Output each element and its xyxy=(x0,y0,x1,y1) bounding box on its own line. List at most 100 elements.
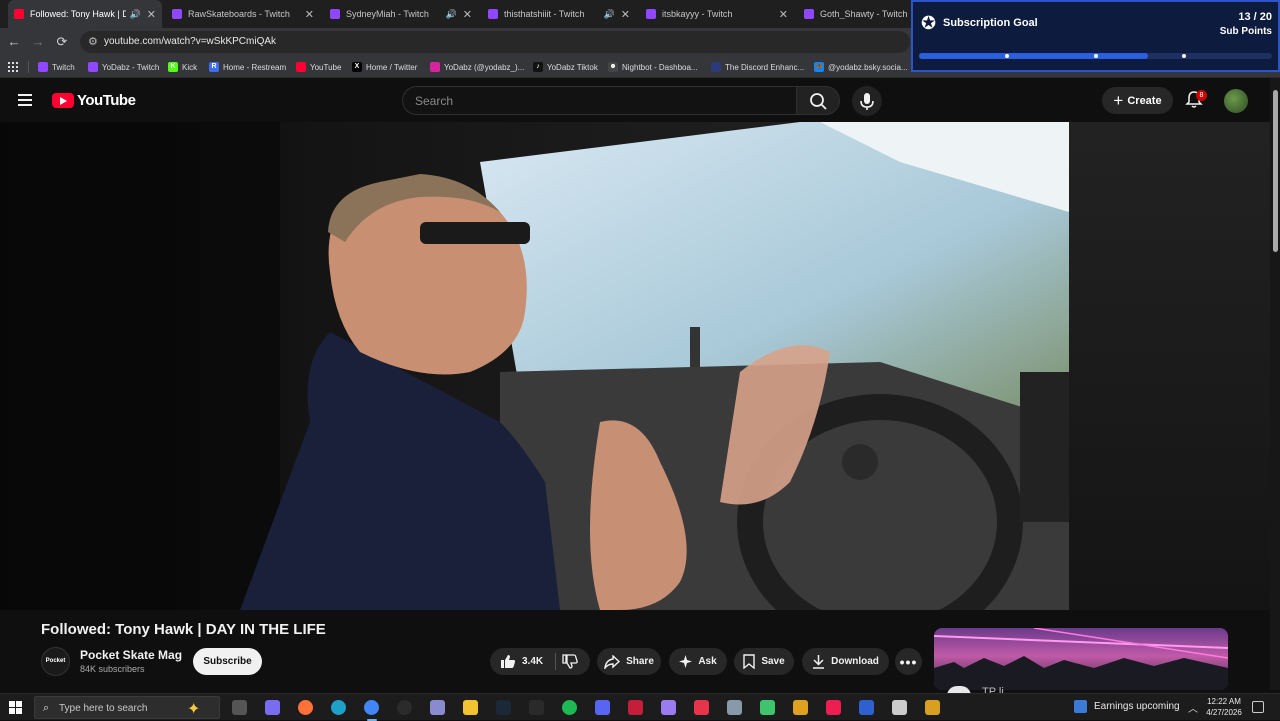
feather-icon[interactable] xyxy=(661,700,676,715)
browser-tab[interactable]: thisthatshiiit - Twitch 🔊 ✕ xyxy=(482,0,636,28)
back-arrow-icon[interactable]: ← xyxy=(6,34,22,50)
bookmark-item[interactable]: R Home - Restream xyxy=(209,60,286,74)
tab-close-icon[interactable]: ✕ xyxy=(305,8,314,21)
search-icon: ⌕ xyxy=(43,702,50,714)
browser-tab[interactable]: Followed: Tony Hawk | DAY IN THE LIFE 🔊 ✕ xyxy=(8,0,162,28)
bookmark-label: YouTube xyxy=(310,62,342,72)
kick-icon: K xyxy=(168,62,178,72)
tab-favicon-icon xyxy=(804,9,814,19)
widgets-earnings[interactable]: Earnings upcoming xyxy=(1074,700,1180,713)
tab-audio-icon[interactable]: 🔊 xyxy=(604,9,615,20)
clock-time[interactable]: 12:22 AM xyxy=(1206,697,1242,706)
tab-audio-icon[interactable]: 🔊 xyxy=(446,9,457,20)
notification-center-icon[interactable] xyxy=(1252,701,1264,713)
address-bar[interactable]: ⚙ youtube.com/watch?v=wSkKPCmiQAk xyxy=(80,31,910,53)
app-icon[interactable] xyxy=(628,700,643,715)
youtube-logo[interactable]: YouTube xyxy=(52,92,136,109)
bookmark-item[interactable]: Twitch xyxy=(38,60,75,74)
tab-close-icon[interactable]: ✕ xyxy=(621,8,630,21)
bookmark-item[interactable]: X Home / Twitter xyxy=(352,60,417,74)
app-icon[interactable] xyxy=(694,700,709,715)
search-icon xyxy=(810,93,827,110)
video-title: Followed: Tony Hawk | DAY IN THE LIFE xyxy=(41,621,326,638)
bookmark-label: The Discord Enhanc... xyxy=(725,62,805,72)
forward-arrow-icon[interactable]: → xyxy=(30,34,46,50)
youtube-play-icon xyxy=(52,93,74,108)
bookmark-item[interactable]: YoDabz (@yodabz_)... xyxy=(430,60,524,74)
channel-name[interactable]: Pocket Skate Mag xyxy=(80,648,182,662)
firefox-icon[interactable] xyxy=(298,700,313,715)
chrome-icon[interactable] xyxy=(364,700,379,721)
share-button[interactable]: Share xyxy=(597,648,661,675)
menu-icon[interactable] xyxy=(18,94,34,106)
app-icon[interactable] xyxy=(793,700,808,715)
tab-audio-icon[interactable]: 🔊 xyxy=(130,9,141,20)
file-explorer-icon[interactable] xyxy=(463,700,478,715)
tray-chevron-up-icon[interactable]: ︿ xyxy=(1188,700,1198,715)
like-dislike-group: 3.4K xyxy=(490,648,590,675)
clock-date[interactable]: 4/27/2026 xyxy=(1204,708,1244,717)
tab-close-icon[interactable]: ✕ xyxy=(779,8,788,21)
like-count[interactable]: 3.4K xyxy=(522,656,543,667)
create-button[interactable]: + Create xyxy=(1102,87,1173,114)
edge-icon[interactable] xyxy=(331,700,346,715)
spotify-icon[interactable] xyxy=(562,700,577,715)
task-view-icon[interactable] xyxy=(232,700,247,715)
steam-icon[interactable] xyxy=(496,700,511,715)
tab-close-icon[interactable]: ✕ xyxy=(463,8,472,21)
plus-icon: + xyxy=(1113,90,1124,110)
download-button[interactable]: Download xyxy=(802,648,889,675)
page-scrollbar[interactable] xyxy=(1270,78,1280,690)
thumbs-up-icon[interactable] xyxy=(500,654,516,669)
tab-title: RawSkateboards - Twitch xyxy=(188,9,290,19)
bookmark-item[interactable]: YoDabz - Twitch xyxy=(88,60,159,74)
discord-icon[interactable] xyxy=(595,700,610,715)
thumbs-down-icon[interactable] xyxy=(562,654,578,672)
tab-favicon-icon xyxy=(488,9,498,19)
windows-start-icon[interactable] xyxy=(9,701,22,714)
channel-avatar[interactable]: Pocket xyxy=(41,647,70,676)
bluesky-icon: 🦋 xyxy=(814,62,824,72)
search-button[interactable] xyxy=(796,86,840,115)
save-button[interactable]: Save xyxy=(734,648,794,675)
bookmark-item[interactable]: The Discord Enhanc... xyxy=(711,60,804,74)
video-player[interactable] xyxy=(0,122,1069,610)
bookmark-item[interactable]: 🦋 @yodabz.bsky.socia... xyxy=(814,60,908,74)
tiktok-icon[interactable] xyxy=(826,700,841,715)
recommended-video-thumbnail[interactable] xyxy=(934,628,1228,690)
app-icon[interactable] xyxy=(925,700,940,715)
search-input[interactable] xyxy=(403,87,796,114)
reload-icon[interactable]: ⟳ xyxy=(54,34,70,50)
scrollbar-thumb[interactable] xyxy=(1273,90,1278,252)
bookmark-item[interactable]: K Kick xyxy=(168,60,197,74)
epic-games-icon[interactable] xyxy=(529,700,544,715)
tab-close-icon[interactable]: ✕ xyxy=(147,8,156,21)
account-avatar[interactable] xyxy=(1224,89,1248,113)
settings-icon[interactable] xyxy=(892,700,907,715)
taskbar-search-box[interactable]: ⌕ Type here to search ✦ xyxy=(34,696,220,719)
browser-tab[interactable]: RawSkateboards - Twitch ✕ xyxy=(166,0,320,28)
more-actions-button[interactable]: ••• xyxy=(895,648,922,675)
copilot-icon[interactable] xyxy=(265,700,280,715)
bookmark-item[interactable]: ☻ Nightbot - Dashboa... xyxy=(608,60,698,74)
ask-button[interactable]: Ask xyxy=(669,648,727,675)
bookmark-item[interactable]: YouTube xyxy=(296,60,341,74)
app-icon[interactable] xyxy=(760,700,775,715)
like-divider xyxy=(555,653,556,670)
voice-search-button[interactable] xyxy=(852,86,882,116)
browser-tab[interactable]: itsbkayyy - Twitch ✕ xyxy=(640,0,794,28)
site-info-icon[interactable]: ⚙ xyxy=(88,36,100,48)
address-url: youtube.com/watch?v=wSkKPCmiQAk xyxy=(104,36,277,47)
bookmark-item[interactable]: ♪ YoDabz Tiktok xyxy=(533,60,598,74)
bookmark-label: Kick xyxy=(182,62,198,72)
subscription-goal-overlay: ✪ Subscription Goal 13 / 20 Sub Points xyxy=(911,0,1280,72)
app-icon[interactable] xyxy=(430,700,445,715)
browser-tab[interactable]: SydneyMiah - Twitch 🔊 ✕ xyxy=(324,0,478,28)
tab-title: itsbkayyy - Twitch xyxy=(662,9,733,19)
app-icon[interactable] xyxy=(727,700,742,715)
subscribe-button[interactable]: Subscribe xyxy=(193,648,262,675)
obs-icon[interactable] xyxy=(397,700,412,715)
sub-goal-marker xyxy=(1093,54,1098,58)
app-icon[interactable] xyxy=(859,700,874,715)
apps-grid-icon[interactable] xyxy=(8,60,18,74)
